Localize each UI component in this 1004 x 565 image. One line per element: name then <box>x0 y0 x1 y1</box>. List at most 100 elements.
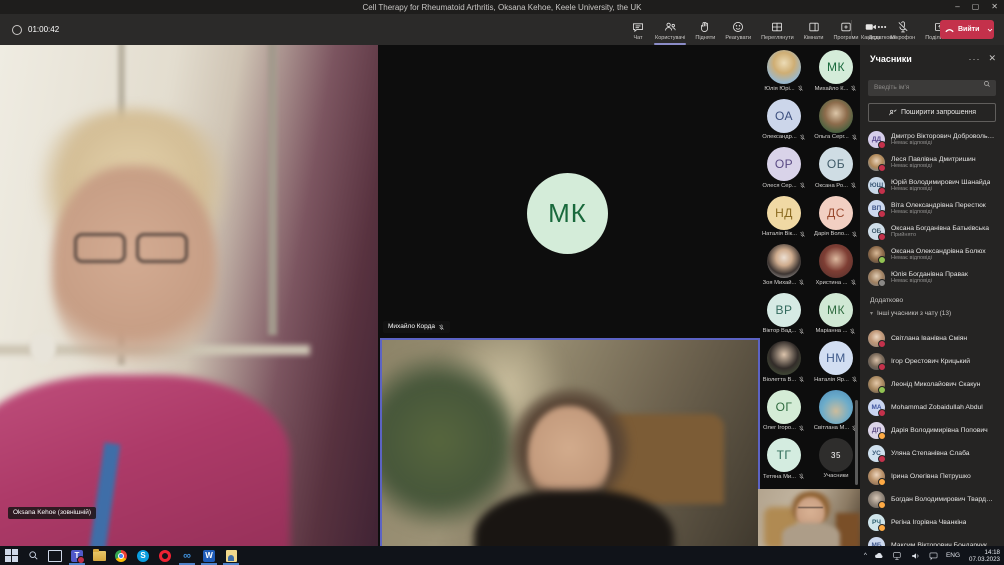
mic-off-icon <box>798 279 805 286</box>
taskbar-opera[interactable] <box>154 546 176 565</box>
taskbar-teams[interactable]: T <box>66 546 88 565</box>
notification-chat-icon[interactable] <box>928 551 939 561</box>
participant-row[interactable]: Ігор Орестович Крицький <box>860 350 1004 373</box>
video-thumbnail[interactable]: МК Маріанна ... <box>816 290 857 335</box>
chat-button[interactable]: Чат <box>626 15 650 45</box>
scrollbar-thumb[interactable] <box>855 400 858 485</box>
taskbar-word[interactable]: W <box>198 546 220 565</box>
tray-chevron-icon[interactable]: ^ <box>864 552 867 559</box>
search-icon <box>983 80 991 88</box>
share-invite-button[interactable]: Поширити запрошення <box>868 103 996 122</box>
video-thumbnail[interactable]: ТГ Тетяна Ми... <box>763 435 805 480</box>
big-avatar[interactable]: МК <box>527 173 608 254</box>
self-view-video[interactable] <box>758 489 862 546</box>
participants-button[interactable]: Користувачі <box>650 15 690 45</box>
task-view-button[interactable] <box>44 546 66 565</box>
start-button[interactable] <box>0 546 22 565</box>
video-thumbnail[interactable]: ДС Дарія Воло... <box>814 193 858 238</box>
panel-more-icon[interactable]: ··· <box>968 54 980 64</box>
taskbar-skype[interactable]: S <box>132 546 154 565</box>
taskbar-search-button[interactable] <box>22 546 44 565</box>
mic-off-icon <box>798 376 805 383</box>
raise-hand-button[interactable]: Підняти <box>690 15 720 45</box>
main-speaker-video[interactable]: Oksana Kehoe (зовнішній) <box>0 45 378 546</box>
video-thumbnail[interactable]: Юлія Юрі... <box>764 47 803 92</box>
speaker-icon[interactable] <box>910 551 921 561</box>
chevron-down-icon <box>986 26 994 34</box>
participant-row[interactable]: ОБ Оксана Богданівна Батьківська Прийнят… <box>860 220 1004 243</box>
participant-row[interactable]: Світлана Іванівна Сміян <box>860 327 1004 350</box>
chat-participants-group-toggle[interactable]: ▾ Інші учасники з чату (13) <box>860 306 1004 321</box>
mic-off-icon <box>849 328 856 335</box>
avatar: ВР <box>767 293 801 327</box>
video-thumbnail[interactable]: Віолетта В... <box>763 338 805 383</box>
speaker-name-label: Oksana Kehoe (зовнішній) <box>8 507 96 519</box>
rooms-button[interactable]: Кімнати <box>799 15 829 45</box>
video-thumbnail[interactable]: Світлана М... <box>814 387 858 432</box>
leave-options-chevron[interactable] <box>983 26 997 34</box>
participant-row[interactable]: Оксана Олександрівна Болюх Немає відпові… <box>860 243 1004 266</box>
video-thumbnail[interactable]: 35 Учасники <box>819 435 853 479</box>
panel-close-icon[interactable]: ✕ <box>988 53 996 64</box>
video-thumbnail[interactable]: МК Михайло К... <box>815 47 858 92</box>
avatar <box>767 244 801 278</box>
onedrive-cloud-icon[interactable] <box>874 551 885 560</box>
participant-row[interactable]: Ірина Олегівна Петрушко <box>860 465 1004 488</box>
toolbar-separator <box>851 20 852 39</box>
search-input[interactable] <box>868 80 996 96</box>
participant-row[interactable]: MA Mohammad Zobaidullah Abdul <box>860 396 1004 419</box>
network-icon[interactable] <box>892 551 903 561</box>
active-speaker-video[interactable]: Аліна Іванівна Довгалюк <box>380 338 760 565</box>
video-thumbnail[interactable]: НД Наталія Вік... <box>762 193 806 238</box>
taskbar-file-explorer[interactable] <box>88 546 110 565</box>
camera-button[interactable]: Камера <box>856 15 885 45</box>
participant-row[interactable]: РЧ Регіна Ігорівна Чванкіна <box>860 511 1004 534</box>
skype-icon: S <box>137 550 149 562</box>
rooms-icon <box>807 20 821 34</box>
status-dot <box>878 363 886 371</box>
language-indicator[interactable]: ENG <box>946 552 960 559</box>
video-thumbnail[interactable]: ВР Віктор Вад... <box>763 290 806 335</box>
mic-off-icon <box>850 85 857 92</box>
participant-row[interactable]: ДД Дмитро Вікторович Добровольськ... Нем… <box>860 128 1004 151</box>
windows-taskbar: T S ∞ W ^ ENG 14:18 07.03.2023 <box>0 546 1004 565</box>
video-thumbnail[interactable]: ОГ Олег Ігоро... <box>763 387 805 432</box>
participant-row[interactable]: Юлія Богданівна Правак Немає відповіді <box>860 266 1004 289</box>
avatar <box>819 99 853 133</box>
participant-row[interactable]: ВП Віта Олександрівна Перестюк Немає від… <box>860 197 1004 220</box>
participant-row[interactable]: УС Уляна Степанівна Слаба <box>860 442 1004 465</box>
maximize-button[interactable]: ▢ <box>972 0 980 14</box>
microphone-button[interactable]: Мікрофон <box>885 15 920 45</box>
video-thumbnail[interactable]: ОА Олександр... <box>762 96 805 141</box>
status-dot <box>878 256 886 264</box>
taskbar-app-blue[interactable]: ∞ <box>176 546 198 565</box>
video-thumbnail[interactable]: Христина ... <box>816 241 857 286</box>
participant-row[interactable]: Леся Павлівна Дмитришин Немає відповіді <box>860 151 1004 174</box>
avatar <box>819 390 853 424</box>
taskbar-people[interactable] <box>220 546 242 565</box>
video-thumbnail[interactable]: ОР Олеся Сер... <box>762 144 805 189</box>
participant-row[interactable]: ДП Дарія Володимирівна Попович <box>860 419 1004 442</box>
avatar: ОГ <box>767 390 801 424</box>
blue-app-icon: ∞ <box>183 550 191 562</box>
video-thumbnail[interactable]: Ольга Серг... <box>814 96 858 141</box>
participant-row[interactable]: МБ Максим Вікторович Бондарчук <box>860 534 1004 547</box>
video-thumbnail[interactable]: НМ Наталія Яр... <box>814 338 858 383</box>
view-button[interactable]: Переглянути <box>756 15 799 45</box>
taskbar-chrome[interactable] <box>110 546 132 565</box>
notification-badge <box>77 556 85 564</box>
taskbar-clock[interactable]: 14:18 07.03.2023 <box>967 549 1000 563</box>
participant-row[interactable]: ЮШ Юрій Володимирович Шанайда Немає відп… <box>860 174 1004 197</box>
leave-button[interactable]: Вийти <box>940 20 994 39</box>
video-thumbnail[interactable]: ОБ Оксана Ро... <box>815 144 857 189</box>
react-button[interactable]: Реагувати <box>720 15 756 45</box>
avatar <box>868 491 885 508</box>
participant-row[interactable]: Леонід Миколайович Скакун <box>860 373 1004 396</box>
close-button[interactable]: ✕ <box>991 0 998 14</box>
mic-off-icon <box>438 324 445 331</box>
section-label: Додатково <box>860 289 1004 306</box>
video-thumbnail[interactable]: Зоя Михай... <box>763 241 806 286</box>
minimize-button[interactable]: – <box>955 0 959 14</box>
participant-row[interactable]: Богдан Володимирович Твардовсь... <box>860 488 1004 511</box>
word-icon: W <box>203 550 215 562</box>
